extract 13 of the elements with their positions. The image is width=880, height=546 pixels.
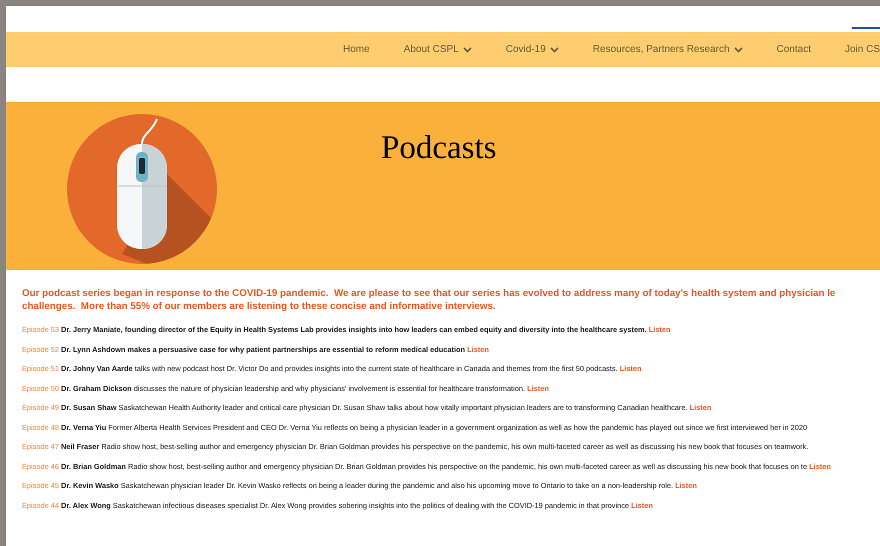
- nav-link[interactable]: Resources, Partners Research: [592, 42, 743, 57]
- mouse-icon: [67, 114, 217, 264]
- nav-link[interactable]: Contact: [776, 42, 811, 57]
- chevron-down-icon: [734, 46, 743, 52]
- nav-link[interactable]: Covid-19: [506, 42, 559, 57]
- nav-link[interactable]: About CSPL: [404, 42, 472, 57]
- nav-link[interactable]: Join CS: [844, 42, 880, 57]
- intro-text: challenges. More than 55% of our members are listening to these concise and informative interviews.: [22, 300, 496, 313]
- chevron-down-icon: [550, 46, 559, 52]
- intro-text: Our podcast series began in response to the COVID-19 pandemic. We are please to see that our series has evolved to address many of today's health system and physician le: [22, 288, 836, 300]
- nav-link[interactable]: Home: [343, 42, 370, 57]
- page-title: Podcasts: [381, 129, 496, 168]
- chevron-down-icon: [462, 46, 472, 52]
